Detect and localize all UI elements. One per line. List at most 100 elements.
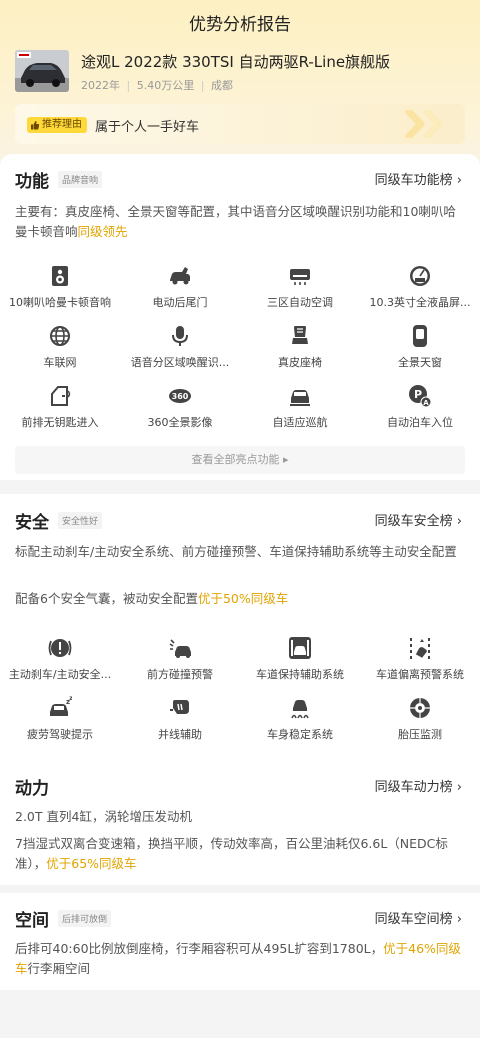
globe-icon	[50, 326, 70, 346]
feature-label: 360全景影像	[147, 416, 213, 429]
air-conditioner-icon	[290, 269, 310, 285]
svg-text:A: A	[423, 399, 429, 407]
space-desc-text: 后排可40:60比例放倒座椅，行李厢容积可从495L扩容到1780L，	[15, 941, 384, 956]
safety-item-blind-spot[interactable]: 并线辅助	[120, 696, 240, 748]
safety-section: 安全 安全性好 同级车安全榜 › 标配主动刹车/主动安全系统、前方碰撞预警、车道…	[0, 494, 480, 758]
safety-item-collision-warning[interactable]: 前方碰撞预警	[120, 636, 240, 688]
tailgate-icon	[170, 267, 190, 285]
space-title: 空间	[15, 911, 49, 931]
function-description: 主要有：真皮座椅、全景天窗等配置，其中语音分区域唤醒识别功能和10喇叭哈曼卡顿音…	[15, 202, 465, 242]
feature-label: 前排无钥匙进入	[21, 416, 99, 429]
car-name: 途观L 2022款 330TSI 自动两驱R-Line旗舰版	[81, 53, 391, 71]
feature-item-connected-car[interactable]: 车联网	[0, 324, 120, 376]
page-title: 优势分析报告	[189, 15, 291, 35]
fatigue-icon: zz	[50, 696, 72, 716]
feature-item-adaptive-cruise[interactable]: 自适应巡航	[240, 384, 360, 436]
svg-text:P: P	[414, 388, 422, 401]
safety-item-lane-departure[interactable]: 车道偏离预警系统	[360, 636, 480, 688]
meta-separator: |	[200, 79, 205, 92]
function-ranking-link[interactable]: 同级车功能榜 ›	[375, 169, 462, 188]
feature-item-speaker[interactable]: 10喇叭哈曼卡顿音响	[0, 264, 120, 316]
function-title: 功能	[15, 172, 49, 192]
function-desc-highlight: 同级领先	[77, 224, 128, 239]
svg-text:z: z	[69, 696, 72, 702]
feature-item-leather-seat[interactable]: 真皮座椅	[240, 324, 360, 376]
space-description: 后排可40:60比例放倒座椅，行李厢容积可从495L扩容到1780L，优于46%…	[15, 939, 465, 979]
feature-label: 10.3英寸全液晶屏...	[369, 296, 471, 309]
safety-description-active: 标配主动刹车/主动安全系统、前方碰撞预警、车道保持辅助系统等主动安全配置	[15, 544, 457, 559]
feature-label: 自适应巡航	[272, 416, 328, 429]
feature-label: 车联网	[43, 356, 77, 369]
power-section: 动力 同级车动力榜 › 2.0T 直列4缸，涡轮增压发动机 7挡湿式双离合变速箱…	[0, 758, 480, 885]
seat-icon	[292, 326, 308, 344]
function-section: 功能 品牌音响 同级车功能榜 › 主要有：真皮座椅、全景天窗等配置，其中语音分区…	[0, 154, 480, 480]
feature-item-air-conditioner[interactable]: 三区自动空调	[240, 264, 360, 316]
cruise-icon	[290, 390, 310, 406]
door-icon	[51, 386, 71, 406]
safety-label: 并线辅助	[158, 728, 202, 741]
safety-label: 胎压监测	[398, 728, 442, 741]
recommend-badge: 推荐理由	[27, 117, 87, 133]
feature-item-sunroof[interactable]: 全景天窗	[360, 324, 480, 376]
lane-departure-icon	[410, 638, 430, 659]
power-engine-description: 2.0T 直列4缸，涡轮增压发动机	[15, 809, 192, 824]
space-section: 空间 后排可放倒 同级车空间榜 › 后排可40:60比例放倒座椅，行李厢容积可从…	[0, 893, 480, 990]
car-thumbnail	[15, 50, 69, 92]
power-desc-highlight: 优于65%同级车	[46, 856, 137, 871]
microphone-icon	[172, 326, 188, 346]
safety-item-fatigue[interactable]: zz 疲劳驾驶提示	[0, 696, 120, 748]
stability-icon	[291, 700, 309, 719]
safety-label: 疲劳驾驶提示	[27, 728, 93, 741]
thumb-up-icon	[31, 121, 40, 130]
feature-label: 全景天窗	[398, 356, 442, 369]
chevrons-decoration-icon	[405, 110, 443, 138]
safety-description-passive: 配备6个安全气囊，被动安全配置优于50%同级车	[15, 589, 465, 609]
sunroof-icon	[413, 325, 427, 347]
car-mileage: 5.40万公里	[136, 79, 195, 92]
feature-item-tailgate[interactable]: 电动后尾门	[120, 264, 240, 316]
safety-item-tire-pressure[interactable]: 胎压监测	[360, 696, 480, 748]
safety-item-lane-keep[interactable]: 车道保持辅助系统	[240, 636, 360, 688]
car-year: 2022年	[81, 79, 120, 92]
safety-desc-highlight: 优于50%同级车	[197, 591, 289, 606]
recommend-reason-banner: 推荐理由 属于个人一手好车	[15, 104, 465, 144]
space-tag: 后排可放倒	[58, 910, 112, 927]
collision-icon	[169, 639, 191, 658]
safety-title: 安全	[15, 513, 49, 533]
feature-label: 10喇叭哈曼卡顿音响	[9, 296, 111, 309]
lcd-gauge-icon	[410, 266, 430, 286]
safety-label: 主动刹车/主动安全...	[8, 668, 112, 681]
meta-separator: |	[126, 79, 131, 92]
feature-item-auto-parking[interactable]: PA 自动泊车入位	[360, 384, 480, 436]
parking-icon: PA	[409, 385, 432, 408]
safety-desc-text: 配备6个安全气囊，被动安全配置	[15, 591, 198, 606]
feature-label: 电动后尾门	[152, 296, 208, 309]
tire-icon	[410, 698, 430, 718]
feature-item-360-camera[interactable]: 360 360全景影像	[120, 384, 240, 436]
mirror-icon	[170, 700, 189, 714]
power-title: 动力	[15, 779, 49, 799]
speaker-icon	[52, 266, 68, 286]
safety-label: 车道偏离预警系统	[376, 668, 464, 681]
feature-label: 自动泊车入位	[387, 416, 453, 429]
feature-label: 真皮座椅	[278, 356, 322, 369]
feature-item-voice-wakeup[interactable]: 语音分区域唤醒识...	[120, 324, 240, 376]
car-city: 成都	[210, 79, 233, 92]
feature-item-keyless-entry[interactable]: 前排无钥匙进入	[0, 384, 120, 436]
safety-ranking-link[interactable]: 同级车安全榜 ›	[375, 510, 462, 529]
brake-icon	[48, 639, 72, 657]
view-all-features-button[interactable]: 查看全部亮点功能 ▸	[15, 446, 465, 474]
feature-label: 三区自动空调	[267, 296, 333, 309]
car-summary[interactable]: 途观L 2022款 330TSI 自动两驱R-Line旗舰版 2022年 | 5…	[15, 48, 465, 98]
svg-text:360: 360	[172, 392, 189, 401]
safety-label: 车道保持辅助系统	[256, 668, 344, 681]
recommend-badge-label: 推荐理由	[42, 119, 82, 130]
space-ranking-link[interactable]: 同级车空间榜 ›	[375, 908, 462, 927]
feature-item-lcd[interactable]: 10.3英寸全液晶屏...	[360, 264, 480, 316]
power-ranking-link[interactable]: 同级车动力榜 ›	[375, 776, 462, 795]
safety-item-active-brake[interactable]: 主动刹车/主动安全...	[0, 636, 120, 688]
car-meta: 2022年 | 5.40万公里 | 成都	[81, 77, 233, 93]
safety-item-stability[interactable]: 车身稳定系统	[240, 696, 360, 748]
power-transmission-description: 7挡湿式双离合变速箱，换挡平顺，传动效率高，百公里油耗仅6.6L（NEDC标准）…	[15, 834, 465, 874]
camera-360-icon: 360	[169, 389, 191, 403]
